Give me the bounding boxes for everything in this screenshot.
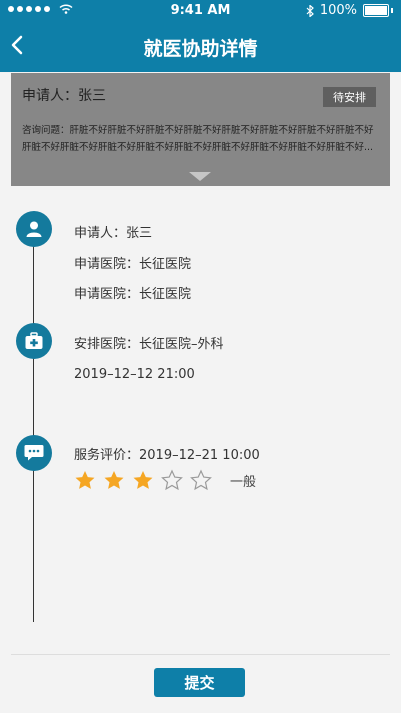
application-applicant: 申请人：张三 [74, 226, 153, 241]
summary-applicant: 申请人：张三 [22, 88, 106, 104]
status-badge: 待安排 [323, 87, 376, 107]
evaluation-label: 服务评价：2019–12–21 10:00 [74, 448, 260, 463]
submit-button[interactable]: 提交 [154, 668, 245, 697]
star-empty-icon[interactable] [161, 469, 183, 491]
arranged-datetime: 2019–12–12 21:00 [74, 367, 195, 382]
footer-divider [11, 654, 390, 655]
timeline-line [33, 227, 34, 622]
battery-percent: 100% [319, 3, 357, 18]
rating-text: 一般 [230, 475, 257, 490]
bluetooth-icon [306, 4, 314, 17]
application-hospital-secondary: 申请医院：长征医院 [74, 287, 192, 302]
application-hospital: 申请医院：长征医院 [74, 257, 192, 272]
request-summary-card[interactable]: 申请人：张三 待安排 咨询问题：肝脏不好肝脏不好肝脏不好肝脏不好肝脏不好肝脏不好… [11, 73, 390, 186]
battery-tip [391, 8, 393, 13]
status-right: 100% [306, 3, 393, 18]
page-title: 就医协助详情 [143, 38, 258, 60]
person-icon [16, 211, 52, 247]
rating-stars[interactable] [74, 469, 212, 491]
battery-icon [363, 4, 389, 17]
star-empty-icon[interactable] [190, 469, 212, 491]
status-bar: 9:41 AM 100% [0, 0, 401, 22]
star-filled-icon[interactable] [132, 469, 154, 491]
top-bar: 9:41 AM 100% 就医协助详情 [0, 0, 401, 72]
chat-bubble-icon [16, 435, 52, 471]
star-filled-icon[interactable] [74, 469, 96, 491]
arranged-hospital: 安排医院：长征医院–外科 [74, 337, 224, 352]
summary-question: 咨询问题：肝脏不好肝脏不好肝脏不好肝脏不好肝脏不好肝脏不好肝脏不好肝脏不好肝脏不… [22, 125, 374, 153]
medical-kit-icon [16, 323, 52, 359]
expand-chevron-icon[interactable] [189, 172, 211, 181]
star-filled-icon[interactable] [103, 469, 125, 491]
